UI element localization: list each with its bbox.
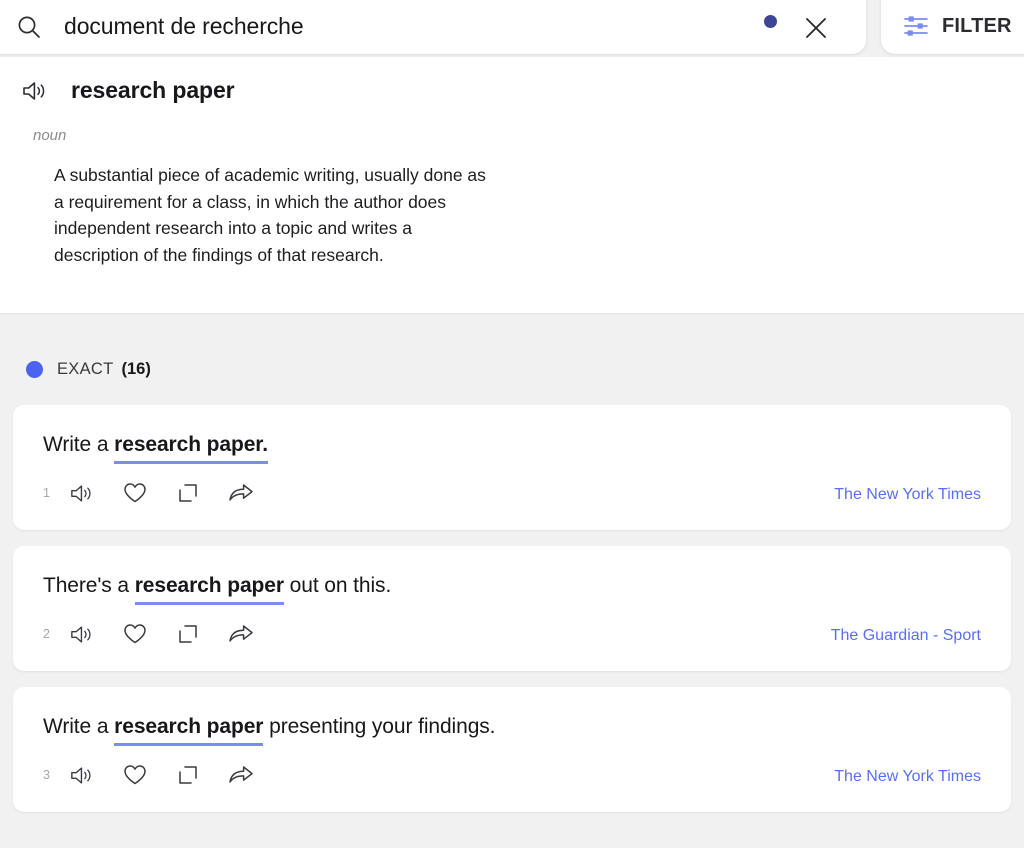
- exact-dot-icon: [26, 361, 43, 378]
- result-sentence: Write a research paper.: [43, 431, 981, 459]
- speaker-icon[interactable]: [65, 621, 99, 647]
- sliders-icon: [902, 12, 930, 40]
- clear-search-button[interactable]: [796, 8, 836, 48]
- sentence-highlight: research paper: [114, 715, 263, 746]
- exact-count: (16): [122, 360, 151, 379]
- share-icon[interactable]: [224, 621, 258, 647]
- result-sentence: Write a research paper presenting your f…: [43, 713, 981, 741]
- search-input[interactable]: [64, 6, 724, 46]
- sentence-suffix: presenting your findings.: [263, 715, 495, 738]
- part-of-speech: noun: [0, 127, 1024, 144]
- result-index: 3: [43, 768, 65, 782]
- result-index: 1: [43, 486, 65, 500]
- definition-card: research paper noun A substantial piece …: [0, 57, 1024, 313]
- exact-label: EXACT: [57, 360, 114, 379]
- result-card[interactable]: Write a research paper. 1 The New York Tim…: [13, 405, 1011, 530]
- sentence-highlight: research paper: [135, 574, 284, 605]
- result-sentence: There's a research paper out on this.: [43, 572, 981, 600]
- result-card[interactable]: Write a research paper presenting your f…: [13, 687, 1011, 812]
- results-list: Write a research paper. 1 The New York Tim…: [0, 405, 1024, 812]
- sentence-suffix: out on this.: [284, 574, 391, 597]
- heart-icon[interactable]: [118, 621, 152, 647]
- speaker-icon[interactable]: [22, 80, 48, 102]
- result-index: 2: [43, 627, 65, 641]
- definition-text: A substantial piece of academic writing,…: [0, 162, 486, 269]
- expand-icon[interactable]: [171, 480, 205, 506]
- result-source-link[interactable]: The Guardian - Sport: [831, 627, 981, 645]
- result-source-link[interactable]: The New York Times: [834, 768, 981, 786]
- filter-label: FILTER: [942, 15, 1012, 38]
- result-actions: 1: [43, 480, 277, 506]
- share-icon[interactable]: [224, 762, 258, 788]
- sentence-prefix: There's a: [43, 574, 135, 597]
- sentence-highlight: research paper.: [114, 433, 268, 464]
- definition-header: research paper: [0, 77, 1024, 104]
- speaker-icon[interactable]: [65, 762, 99, 788]
- heart-icon[interactable]: [118, 762, 152, 788]
- filter-button[interactable]: FILTER: [881, 0, 1024, 54]
- result-actions: 2: [43, 621, 277, 647]
- heart-icon[interactable]: [118, 480, 152, 506]
- result-card[interactable]: There's a research paper out on this. 2 Th…: [13, 546, 1011, 671]
- result-source-link[interactable]: The New York Times: [834, 486, 981, 504]
- sentence-prefix: Write a: [43, 715, 114, 738]
- sentence-prefix: Write a: [43, 433, 114, 456]
- expand-icon[interactable]: [171, 762, 205, 788]
- result-actions: 3: [43, 762, 277, 788]
- search-card: [0, 0, 866, 54]
- top-search-bar: FILTER: [0, 0, 1024, 55]
- definition-term: research paper: [71, 77, 235, 104]
- speaker-icon[interactable]: [65, 480, 99, 506]
- exact-section-header: EXACT (16): [0, 333, 1024, 405]
- results-section: EXACT (16) Write a research paper. 1 The N…: [0, 333, 1024, 848]
- expand-icon[interactable]: [171, 621, 205, 647]
- share-icon[interactable]: [224, 480, 258, 506]
- search-icon: [16, 14, 42, 40]
- search-status-dot: [764, 15, 777, 28]
